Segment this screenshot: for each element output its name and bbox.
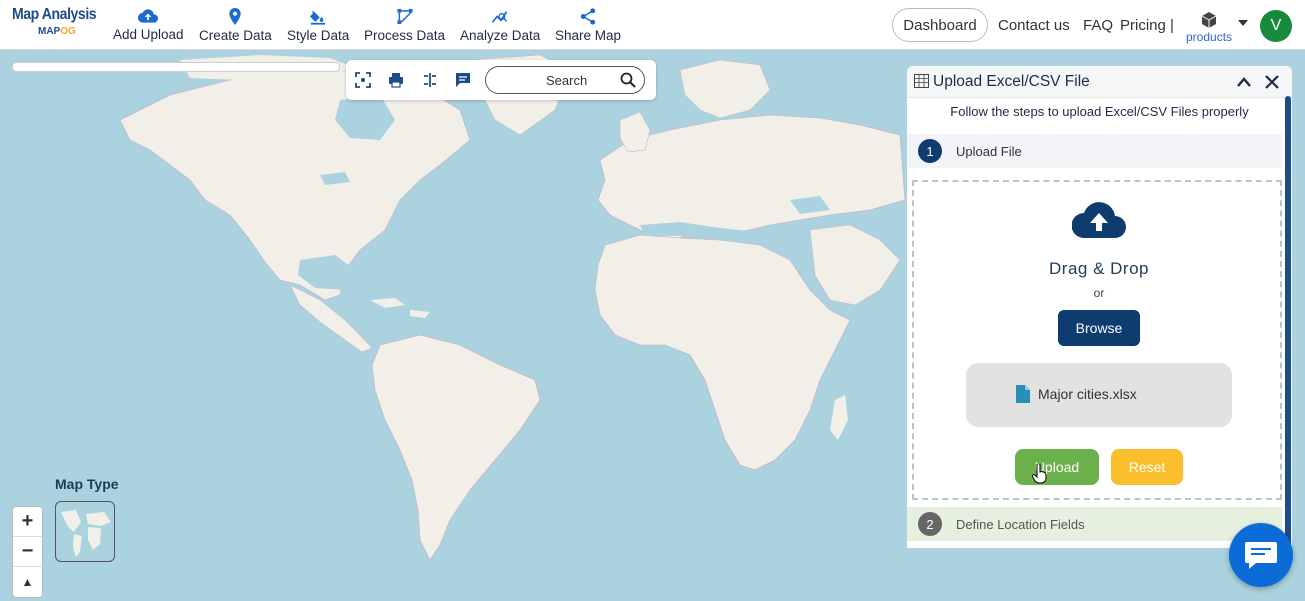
nav-create-data[interactable]: Create Data <box>199 8 272 43</box>
logo-sub-left: MAP <box>38 26 61 37</box>
coordinate-bar <box>12 62 340 72</box>
nav-label: Create Data <box>199 28 272 43</box>
cloud-upload-icon <box>1072 202 1126 238</box>
comment-icon[interactable] <box>455 72 471 88</box>
user-avatar[interactable]: V <box>1260 10 1292 42</box>
measure-icon[interactable] <box>422 72 438 88</box>
file-name: Major cities.xlsx <box>1038 386 1137 402</box>
print-icon[interactable] <box>388 72 404 88</box>
logo-subtitle: MAPOG <box>12 26 102 37</box>
logo-sub-right: OG <box>60 26 76 37</box>
dashboard-button[interactable]: Dashboard <box>892 8 988 42</box>
logo[interactable]: Map Analysis MAPOG <box>12 6 102 37</box>
upload-panel: Upload Excel/CSV File Follow the steps t… <box>907 66 1292 548</box>
upload-button[interactable]: Upload <box>1015 449 1099 485</box>
or-label: or <box>1093 286 1105 300</box>
selected-file: Major cities.xlsx <box>966 363 1232 427</box>
cube-icon <box>1201 12 1217 28</box>
products-menu[interactable]: products <box>1186 12 1232 44</box>
process-nodes-icon <box>396 8 413 25</box>
share-icon <box>580 8 596 25</box>
nav-style-data[interactable]: Style Data <box>287 8 349 43</box>
map-type-label: Map Type <box>55 476 119 492</box>
map-pin-icon <box>229 8 242 25</box>
paint-bucket-icon <box>310 10 326 25</box>
chat-icon <box>1245 542 1277 569</box>
nav-label: Add Upload <box>113 27 184 42</box>
chevron-down-icon[interactable] <box>1238 20 1248 26</box>
step-label: Upload File <box>956 144 1022 159</box>
top-navigation-bar: Map Analysis MAPOG Add Upload Create Dat… <box>0 0 1305 50</box>
panel-subtitle: Follow the steps to upload Excel/CSV Fil… <box>950 104 1249 119</box>
panel-scrollbar[interactable] <box>1285 96 1291 548</box>
step-number: 2 <box>918 512 942 536</box>
logo-title: Map Analysis <box>12 6 97 23</box>
zoom-control: + − ▲ <box>12 506 43 598</box>
drop-zone[interactable]: Drag & Drop or Browse Major cities.xlsx … <box>912 180 1282 500</box>
nav-label: Style Data <box>287 28 350 43</box>
fullscreen-icon[interactable] <box>355 72 371 88</box>
map-type-thumbnail[interactable] <box>55 501 115 562</box>
contact-us-link[interactable]: Contact us <box>998 17 1070 34</box>
step-upload-file[interactable]: 1 Upload File <box>907 134 1282 168</box>
reset-button[interactable]: Reset <box>1111 449 1183 485</box>
panel-header: Upload Excel/CSV File <box>907 66 1292 98</box>
pricing-link[interactable]: Pricing | <box>1120 17 1174 34</box>
chevron-up-icon[interactable] <box>1236 75 1252 89</box>
zoom-out-button[interactable]: − <box>13 537 42 567</box>
nav-share-map[interactable]: Share Map <box>555 8 621 43</box>
compass-button[interactable]: ▲ <box>13 567 42 597</box>
nav-analyze-data[interactable]: Analyze Data <box>460 8 540 43</box>
step-label: Define Location Fields <box>956 517 1085 532</box>
nav-process-data[interactable]: Process Data <box>364 8 445 43</box>
file-icon <box>1016 385 1030 403</box>
nav-label: Share Map <box>555 28 622 43</box>
products-label: products <box>1186 30 1233 44</box>
close-icon[interactable] <box>1264 74 1280 90</box>
hand-cursor-icon <box>1032 464 1047 484</box>
cloud-upload-icon <box>138 9 159 23</box>
faq-link[interactable]: FAQ <box>1083 17 1113 34</box>
search-placeholder: Search <box>546 73 588 88</box>
chat-button[interactable] <box>1229 523 1293 587</box>
nav-add-upload[interactable]: Add Upload <box>113 8 184 42</box>
map-toolbar: Search <box>346 60 656 100</box>
analyze-chart-icon <box>491 11 508 23</box>
search-icon[interactable] <box>620 72 636 88</box>
table-icon <box>914 74 929 88</box>
drag-drop-label: Drag & Drop <box>1049 259 1149 278</box>
step-define-location-fields[interactable]: 2 Define Location Fields <box>907 507 1282 541</box>
nav-label: Process Data <box>364 28 446 43</box>
world-thumbnail-icon <box>61 510 111 557</box>
panel-title: Upload Excel/CSV File <box>933 73 1090 90</box>
search-input[interactable]: Search <box>485 66 645 94</box>
zoom-in-button[interactable]: + <box>13 507 42 537</box>
nav-label: Analyze Data <box>460 28 541 43</box>
browse-button[interactable]: Browse <box>1058 310 1140 346</box>
step-number: 1 <box>918 139 942 163</box>
